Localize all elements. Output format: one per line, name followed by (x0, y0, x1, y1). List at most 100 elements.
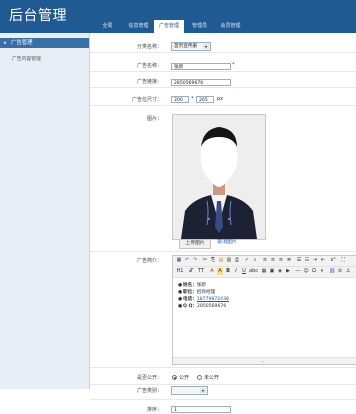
width-input[interactable]: 200 (171, 96, 189, 103)
source-icon[interactable]: ▦ (176, 257, 182, 264)
line-key: 姓名： (183, 283, 197, 288)
upload-image-button[interactable]: 上传图片 (179, 239, 211, 249)
nav-tab-ads[interactable]: 广告管理 (154, 20, 184, 33)
chevron-down-icon: ⌄ (261, 358, 265, 363)
cancel-image-link[interactable]: 取消图片 (215, 239, 239, 247)
underline-icon[interactable]: U (241, 268, 247, 275)
line-value: 招商经理 (196, 290, 216, 295)
fullscreen-icon[interactable]: ⛶ (340, 257, 346, 264)
line-value: 张新 (196, 283, 206, 288)
rich-text-editor[interactable]: ▦ ↶ ↷ ✂ ⎘ ▤ ▥ ⎙ ✓ ⌕ ≡ ≡ ≡ ≣ ☰ ☷ ⇥ ⇤ x² ⛶… (172, 255, 356, 365)
size-label: 广告位尺寸： (131, 97, 162, 103)
redo-icon[interactable]: ↷ (192, 257, 198, 264)
phone-label: 广告链接： (136, 79, 162, 85)
special-char-icon[interactable]: Ω (311, 268, 317, 275)
category-select-value: 首页宣传册 (174, 44, 197, 49)
table-icon[interactable]: ▦ (261, 268, 267, 275)
font-family-icon[interactable]: 𝒯 (187, 268, 195, 275)
size-separator: * (191, 96, 194, 102)
public-label: 是否公开： (136, 375, 162, 381)
sidebar: ▸ 广告管理 广告内容管理 (0, 33, 90, 389)
editor-resize-bar[interactable]: ⌄ (173, 357, 356, 364)
align-center-icon[interactable]: ≡ (270, 257, 276, 264)
nav-tab-info[interactable]: 信息管理 (123, 20, 154, 33)
radio-private[interactable] (197, 375, 202, 380)
strikethrough-icon[interactable]: abc (249, 268, 258, 275)
divider (90, 384, 356, 385)
heading-icon[interactable]: H1 (176, 268, 184, 275)
anchor-icon[interactable]: ⚓ (345, 268, 351, 275)
list-bullet-icon[interactable]: ☷ (304, 257, 310, 264)
paste-text-icon[interactable]: ▥ (226, 257, 232, 264)
print-icon[interactable]: ⎙ (234, 257, 240, 264)
line-key: Q Q： (183, 304, 198, 309)
category-label: 分类名称： (136, 44, 162, 50)
description-label: 广告简介： (136, 258, 162, 264)
hr-icon[interactable]: ― (295, 268, 301, 275)
divider (90, 367, 356, 368)
list-numbered-icon[interactable]: ☰ (296, 257, 302, 264)
type-label: 广告类别： (136, 388, 162, 394)
image-icon[interactable]: ▣ (269, 268, 275, 275)
top-header: 后台管理 全局 信息管理 广告管理 管理员 会员管理 (0, 0, 356, 33)
undo-icon[interactable]: ↶ (184, 257, 190, 264)
link-icon[interactable]: ⛓ (329, 268, 335, 275)
editor-toolbar-row-1: ▦ ↶ ↷ ✂ ⎘ ▤ ▥ ⎙ ✓ ⌕ ≡ ≡ ≡ ≣ ☰ ☷ ⇥ ⇤ x² ⛶ (173, 256, 356, 267)
flash-icon[interactable]: ◈ (277, 268, 283, 275)
editor-line-title: ●职位：招商经理 (178, 289, 354, 296)
radio-private-label[interactable]: 未公开 (204, 374, 219, 381)
page-break-icon[interactable]: ⏸ (319, 268, 325, 275)
form-row-public: 是否公开： 公开 未公开 (90, 371, 356, 385)
editor-content[interactable]: ●姓名：张新 ●职位：招商经理 ●电话：18779872438 ●Q Q：285… (178, 282, 354, 310)
sidebar-title: 广告管理 (11, 40, 33, 46)
align-right-icon[interactable]: ≡ (278, 257, 284, 264)
media-icon[interactable]: ▶ (285, 268, 291, 275)
name-input[interactable]: 张新 (171, 63, 231, 70)
emoticon-icon[interactable]: ☺ (303, 268, 309, 275)
highlight-icon[interactable]: A (217, 268, 223, 275)
type-select[interactable]: ▾ (171, 386, 208, 395)
find-icon[interactable]: ⌕ (252, 257, 258, 264)
outdent-icon[interactable]: ⇤ (320, 257, 326, 264)
line-key: 电话： (183, 297, 197, 302)
align-justify-icon[interactable]: ≣ (286, 257, 292, 264)
editor-toolbar-row-2: H1 𝒯 TT A A B I U abc ▦ ▣ ◈ ▶ ― ☺ Ω ⏸ ⛓ … (173, 267, 356, 278)
app-logo: 后台管理 (9, 7, 67, 23)
font-size-icon[interactable]: TT (197, 268, 205, 275)
nav-tab-admin[interactable]: 管理员 (184, 20, 215, 33)
superscript-icon[interactable]: x² (330, 257, 336, 264)
divider (90, 251, 356, 252)
italic-icon[interactable]: I (233, 268, 239, 275)
height-input[interactable]: 265 (196, 96, 214, 103)
indent-icon[interactable]: ⇥ (312, 257, 318, 264)
line-value-link[interactable]: 18779872438 (197, 297, 229, 302)
align-left-icon[interactable]: ≡ (262, 257, 268, 264)
unlink-icon[interactable]: ⊘ (337, 268, 343, 275)
nav-tab-global[interactable]: 全局 (92, 20, 123, 33)
sort-input[interactable]: 1 (171, 406, 231, 413)
text-color-icon[interactable]: A (209, 268, 215, 275)
radio-public-label[interactable]: 公开 (179, 374, 189, 381)
sidebar-section-header[interactable]: ▸ 广告管理 (0, 38, 89, 48)
line-value: 2850569676 (197, 304, 227, 309)
phone-input[interactable]: 2850569676 (171, 79, 231, 86)
radio-public[interactable] (172, 375, 177, 380)
category-select[interactable]: 首页宣传册 ▾ (171, 42, 211, 51)
form-row-phone: 广告链接： 2850569676 (90, 73, 356, 88)
size-unit: px (217, 96, 224, 102)
editor-line-phone: ●电话：18779872438 (178, 296, 354, 303)
cut-icon[interactable]: ✂ (202, 257, 208, 264)
bold-icon[interactable]: B (225, 268, 231, 275)
form-row-size: 广告位尺寸： 200 * 265 px (90, 90, 356, 106)
image-label: 图片： (146, 116, 162, 122)
paste-icon[interactable]: ▤ (218, 257, 224, 264)
required-star: * (232, 62, 235, 68)
ad-photo-preview (172, 114, 266, 240)
spellcheck-icon[interactable]: ✓ (244, 257, 250, 264)
copy-icon[interactable]: ⎘ (210, 257, 216, 264)
main-form: 分类名称： 首页宣传册 ▾ 广告名称： 张新 * 广告链接： 285056967… (90, 33, 356, 413)
name-label: 广告名称： (136, 63, 162, 69)
sidebar-item-ad-content[interactable]: 广告内容管理 (12, 55, 41, 62)
line-key: 职位： (183, 290, 197, 295)
nav-tab-members[interactable]: 会员管理 (215, 20, 246, 33)
